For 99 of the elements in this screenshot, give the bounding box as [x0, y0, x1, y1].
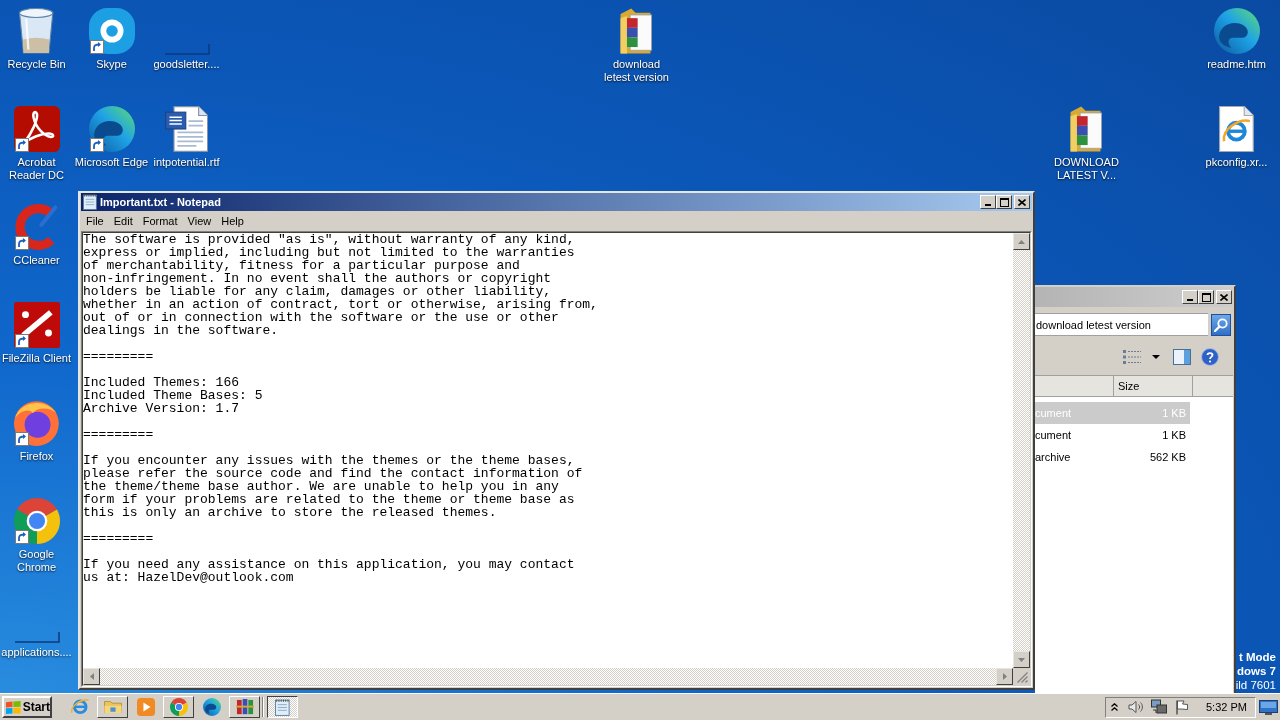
text-paragraph: =========: [83, 428, 154, 441]
folder-icon: [103, 700, 122, 714]
window-title: Important.txt - Notepad: [99, 194, 221, 210]
left-arrow-icon: [89, 673, 94, 680]
close-button[interactable]: [1014, 195, 1030, 209]
swirl-logo-icon: [202, 698, 221, 716]
taskbar-button[interactable]: [267, 696, 298, 718]
desktop-icon-label[interactable]: FileZilla Client: [1, 352, 72, 365]
maximize-button[interactable]: [1198, 290, 1214, 304]
archive-folder-icon[interactable]: [620, 8, 653, 54]
file-row[interactable]: archive 562 KB: [1035, 446, 1190, 468]
text-paragraph: The software is provided "as is", without warranty of any kind, express or implied, including but not limited to the warranties of merchantability, fitness for a particular purpose and non-infringement. In no event shall the authors or copyright holders be liable for any claim, damages or other liability, whether in an action of contract, tort or otherwise, arising from, out of or in connection with the software or the use or other dealings in the software.: [83, 233, 598, 337]
desktop-icon-label[interactable]: goodsletter....: [153, 58, 220, 71]
document-icon[interactable]: [164, 106, 209, 152]
desktop-notice-text: t Mode: [1238, 650, 1276, 664]
arc-logo-icon[interactable]: [14, 204, 59, 250]
globe-logo-icon[interactable]: [14, 400, 59, 446]
chevron-up-icon[interactable]: [1111, 703, 1118, 711]
swirl-logo-icon[interactable]: [1213, 8, 1260, 54]
text-editor-field[interactable]: [83, 233, 1013, 668]
circle-logo-icon: [169, 698, 188, 716]
web-page-icon[interactable]: [1219, 106, 1254, 152]
browser-icon: [70, 699, 89, 715]
trash-bin-icon[interactable]: [19, 8, 54, 54]
logo-tile-icon[interactable]: [13, 302, 60, 348]
search-field[interactable]: download letest version: [1035, 313, 1208, 336]
text-paragraph: If you need any assistance on this application, you may contact us at: HazelDev@outlook.com: [83, 558, 575, 584]
archive-folder-icon[interactable]: [1070, 106, 1103, 152]
minimize-icon: [1187, 299, 1193, 301]
text-paragraph: =========: [83, 532, 154, 545]
desktop-icon-label[interactable]: intpotential.rtf: [153, 156, 220, 169]
close-button[interactable]: [1216, 290, 1232, 304]
vertical-scrollbar[interactable]: [1013, 233, 1030, 668]
menu-item[interactable]: Edit: [108, 214, 138, 228]
table-cell-text: 1 KB: [1161, 427, 1187, 443]
logo-tile-icon[interactable]: [13, 106, 60, 152]
desktop-icon-label[interactable]: pkconfig.xr...: [1205, 156, 1268, 169]
clock[interactable]: 5:32 PM: [1206, 698, 1247, 716]
desktop-icon-label[interactable]: Firefox: [19, 450, 54, 463]
menu-item[interactable]: Format: [137, 214, 183, 228]
help-icon[interactable]: [1201, 348, 1219, 366]
minimize-button[interactable]: [1182, 290, 1198, 304]
right-arrow-icon: [1002, 673, 1007, 680]
text-paragraph: Included Themes: 166 Included Theme Bases: 5 Archive Version: 1.7: [83, 376, 263, 415]
list-view-icon[interactable]: [1123, 350, 1141, 364]
maximize-icon: [999, 197, 1009, 207]
scroll-up-button[interactable]: [1013, 233, 1030, 250]
down-arrow-icon: [1018, 657, 1025, 662]
horizontal-scrollbar[interactable]: [83, 668, 1013, 685]
desktop-icon-label[interactable]: Google Chrome: [16, 548, 57, 574]
notepad-icon: [275, 698, 290, 716]
books-icon: [235, 699, 254, 715]
desktop-icon-label[interactable]: DOWNLOAD LATEST V...: [1054, 156, 1119, 182]
close-icon: [1018, 198, 1026, 206]
desktop-notice-text: ild 7601: [1235, 678, 1276, 692]
swirl-logo-icon[interactable]: [88, 106, 135, 152]
close-icon: [1220, 293, 1228, 301]
scroll-left-button[interactable]: [83, 668, 100, 685]
table-cell-text: 562 KB: [1148, 449, 1187, 465]
desktop-icon-label[interactable]: CCleaner: [13, 254, 60, 267]
column-header[interactable]: Size: [1113, 376, 1193, 396]
search-button[interactable]: [1211, 313, 1231, 336]
file-row[interactable]: cument 1 KB: [1035, 424, 1190, 446]
flag-logo-icon: [6, 699, 21, 715]
table-cell-text: cument: [1035, 427, 1073, 443]
preview-pane-icon[interactable]: [1173, 349, 1191, 365]
minimize-icon: [985, 204, 991, 206]
minimize-button[interactable]: [980, 195, 996, 209]
desktop-icon-label[interactable]: Acrobat Reader DC: [9, 156, 64, 182]
play-icon: [136, 698, 155, 716]
desktop-icon-label[interactable]: Recycle Bin: [7, 58, 66, 71]
size-grip-icon[interactable]: [1017, 672, 1028, 683]
logo-tile-icon[interactable]: [88, 8, 135, 54]
notepad-icon: [83, 194, 97, 210]
menu-item[interactable]: File: [81, 214, 109, 228]
network-icon[interactable]: [1151, 699, 1167, 715]
desktop-icon-label[interactable]: Microsoft Edge: [74, 156, 149, 169]
desktop-icon-label[interactable]: readme.htm: [1207, 58, 1266, 71]
text-paragraph: If you encounter any issues with the themes or the theme bases, please refer the source code and find the contact information of the theme/theme base author. We are unable to help you in any form if your problems are related to the theme or theme base as this is only an archive to store the released themes.: [83, 454, 583, 519]
monitor-icon[interactable]: [1259, 699, 1278, 715]
desktop-icon-label[interactable]: applications....: [1, 646, 72, 659]
desktop-notice-text: dows 7: [1237, 664, 1276, 678]
flag-icon[interactable]: [1176, 699, 1189, 715]
desktop-icon-label[interactable]: Skype: [96, 58, 127, 71]
maximize-button[interactable]: [996, 195, 1012, 209]
circle-logo-icon[interactable]: [13, 498, 60, 544]
up-arrow-icon: [1018, 239, 1025, 244]
speaker-icon[interactable]: [1128, 700, 1144, 714]
text-paragraph: =========: [83, 350, 154, 363]
scroll-right-button[interactable]: [996, 668, 1013, 685]
menu-item[interactable]: Help: [216, 214, 249, 228]
desktop-icon-label[interactable]: download letest version: [604, 58, 669, 84]
scroll-down-button[interactable]: [1013, 651, 1030, 668]
table-cell-text: archive: [1035, 449, 1072, 465]
start-button[interactable]: Start: [2, 696, 52, 718]
search-icon: [1214, 317, 1228, 332]
maximize-icon: [1201, 292, 1211, 302]
caret-down-icon[interactable]: [1152, 355, 1160, 359]
menu-item[interactable]: View: [182, 214, 217, 228]
